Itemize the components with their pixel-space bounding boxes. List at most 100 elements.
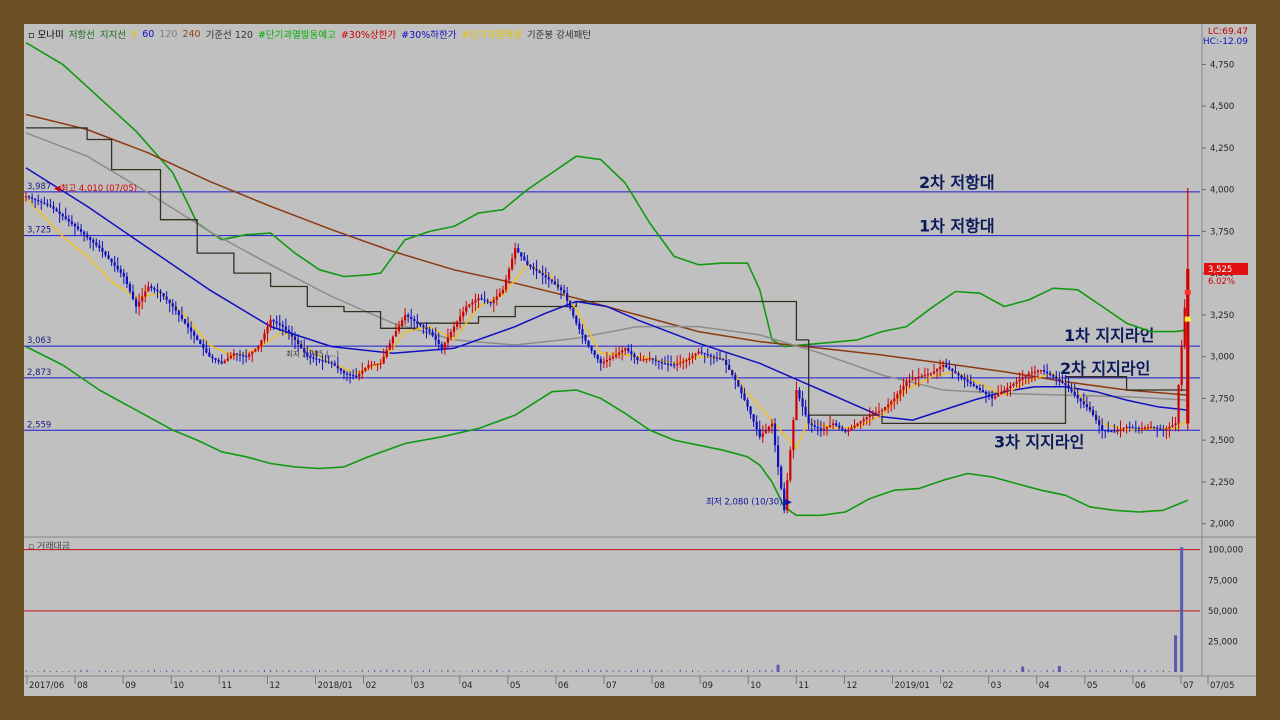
candle-body (1027, 373, 1030, 376)
legend-item[interactable]: #30%상한가 (341, 27, 396, 41)
candle-body (165, 296, 168, 300)
candle-body (954, 371, 957, 374)
y-tick-label: 2,000 (1210, 520, 1234, 530)
candle-body (725, 359, 728, 365)
candle-body (113, 262, 116, 266)
legend-item[interactable]: 기준봉 강세패턴 (527, 27, 591, 41)
candle-body (333, 363, 336, 366)
candle-body (743, 393, 746, 401)
legend-item[interactable]: #단기과열발동예고 (258, 27, 336, 41)
candle-body (899, 390, 902, 395)
candle-body (235, 353, 239, 355)
candle-body (355, 375, 358, 378)
candle-body (972, 383, 975, 386)
x-tick-label: 07/05 (1210, 681, 1235, 691)
candle-body (642, 359, 645, 361)
candle-body (125, 276, 128, 284)
candle-body (942, 364, 945, 368)
candle-body (183, 319, 187, 324)
candle-body (706, 354, 709, 356)
legend-item[interactable]: 5 (131, 29, 137, 40)
candle-body (1153, 426, 1156, 428)
candle-body (587, 340, 590, 347)
candle-body (98, 245, 101, 249)
candle-body (208, 352, 211, 357)
candle-body (180, 314, 184, 320)
candle-body (266, 326, 269, 334)
candle-body (728, 364, 731, 371)
candle-body (1171, 425, 1174, 427)
mid-annotation: 최저 2,785 (...) (286, 349, 339, 359)
candle-body (887, 404, 890, 408)
candle-body (318, 359, 321, 361)
candle-body (410, 316, 413, 320)
level-right-label: 2차 지지라인 (1060, 359, 1150, 378)
legend-item[interactable]: 120 (159, 29, 177, 40)
candle-body (1064, 382, 1067, 386)
candle-body (902, 385, 905, 391)
candle-body (342, 370, 346, 374)
candle-body (260, 339, 263, 347)
candle-body (957, 373, 960, 376)
candle-body (666, 363, 670, 365)
legend-item[interactable]: #단기과열적용 (461, 27, 521, 41)
stock-chart[interactable]: 4,7504,5004,2504,0003,7503,5003,2503,000… (24, 24, 1256, 696)
candle-body (1116, 430, 1119, 432)
candle-body (691, 355, 694, 358)
legend-item[interactable]: #30%하한가 (401, 27, 456, 41)
candle-body (43, 202, 46, 204)
level-left-label: 3,725 (27, 226, 51, 236)
candle-body (416, 321, 419, 324)
candle-body (920, 375, 923, 378)
candle-body (520, 252, 523, 257)
candle-body (462, 311, 465, 317)
candle-body (908, 380, 911, 382)
candle-body (685, 359, 688, 362)
candle-body (639, 359, 642, 361)
candle-body (1113, 431, 1116, 433)
candle-body (1174, 423, 1177, 426)
candle-body (773, 423, 777, 446)
candle-body (1134, 427, 1137, 429)
candle-body (82, 231, 86, 235)
x-tick-label: 04 (462, 681, 473, 691)
candle-body (1058, 378, 1061, 381)
candle-body (358, 373, 361, 377)
legend-item[interactable]: 기준선 120 (206, 27, 253, 41)
candle-body (92, 239, 95, 243)
y-tick-label: 3,000 (1210, 353, 1234, 363)
candle-body (477, 298, 480, 301)
candle-body (523, 256, 526, 261)
candle-body (174, 306, 177, 311)
candle-body (651, 358, 654, 360)
candle-body (1042, 370, 1046, 372)
candle-body (287, 329, 291, 334)
candle-body (514, 248, 517, 259)
candle-body (229, 355, 232, 359)
x-tick-label: 05 (1087, 681, 1098, 691)
candle-body (330, 362, 333, 364)
candle-body (110, 258, 113, 263)
candle-body (865, 417, 868, 420)
candle-body (893, 398, 896, 402)
x-tick-label: 07 (1183, 681, 1194, 691)
legend-item[interactable]: 저항선 (69, 27, 95, 41)
candle-body (575, 315, 578, 324)
legend-item[interactable]: ▫ 모나미 (28, 27, 64, 41)
candle-body (645, 358, 648, 360)
legend-item[interactable]: 240 (182, 29, 200, 40)
candle-body (975, 385, 978, 388)
legend-item[interactable]: 60 (142, 29, 154, 40)
candle-body (648, 358, 651, 360)
candle-body (633, 354, 636, 358)
candle-body (997, 394, 1000, 397)
level-left-label: 2,559 (27, 420, 51, 430)
candle-body (883, 407, 887, 411)
volume-tick-label: 75,000 (1208, 576, 1238, 586)
candle-body (138, 301, 141, 307)
candle-body (605, 359, 608, 362)
candle-body (95, 242, 98, 246)
candle-body (541, 273, 544, 276)
legend-item[interactable]: 지지선 (100, 27, 126, 41)
candle-body (150, 286, 153, 289)
